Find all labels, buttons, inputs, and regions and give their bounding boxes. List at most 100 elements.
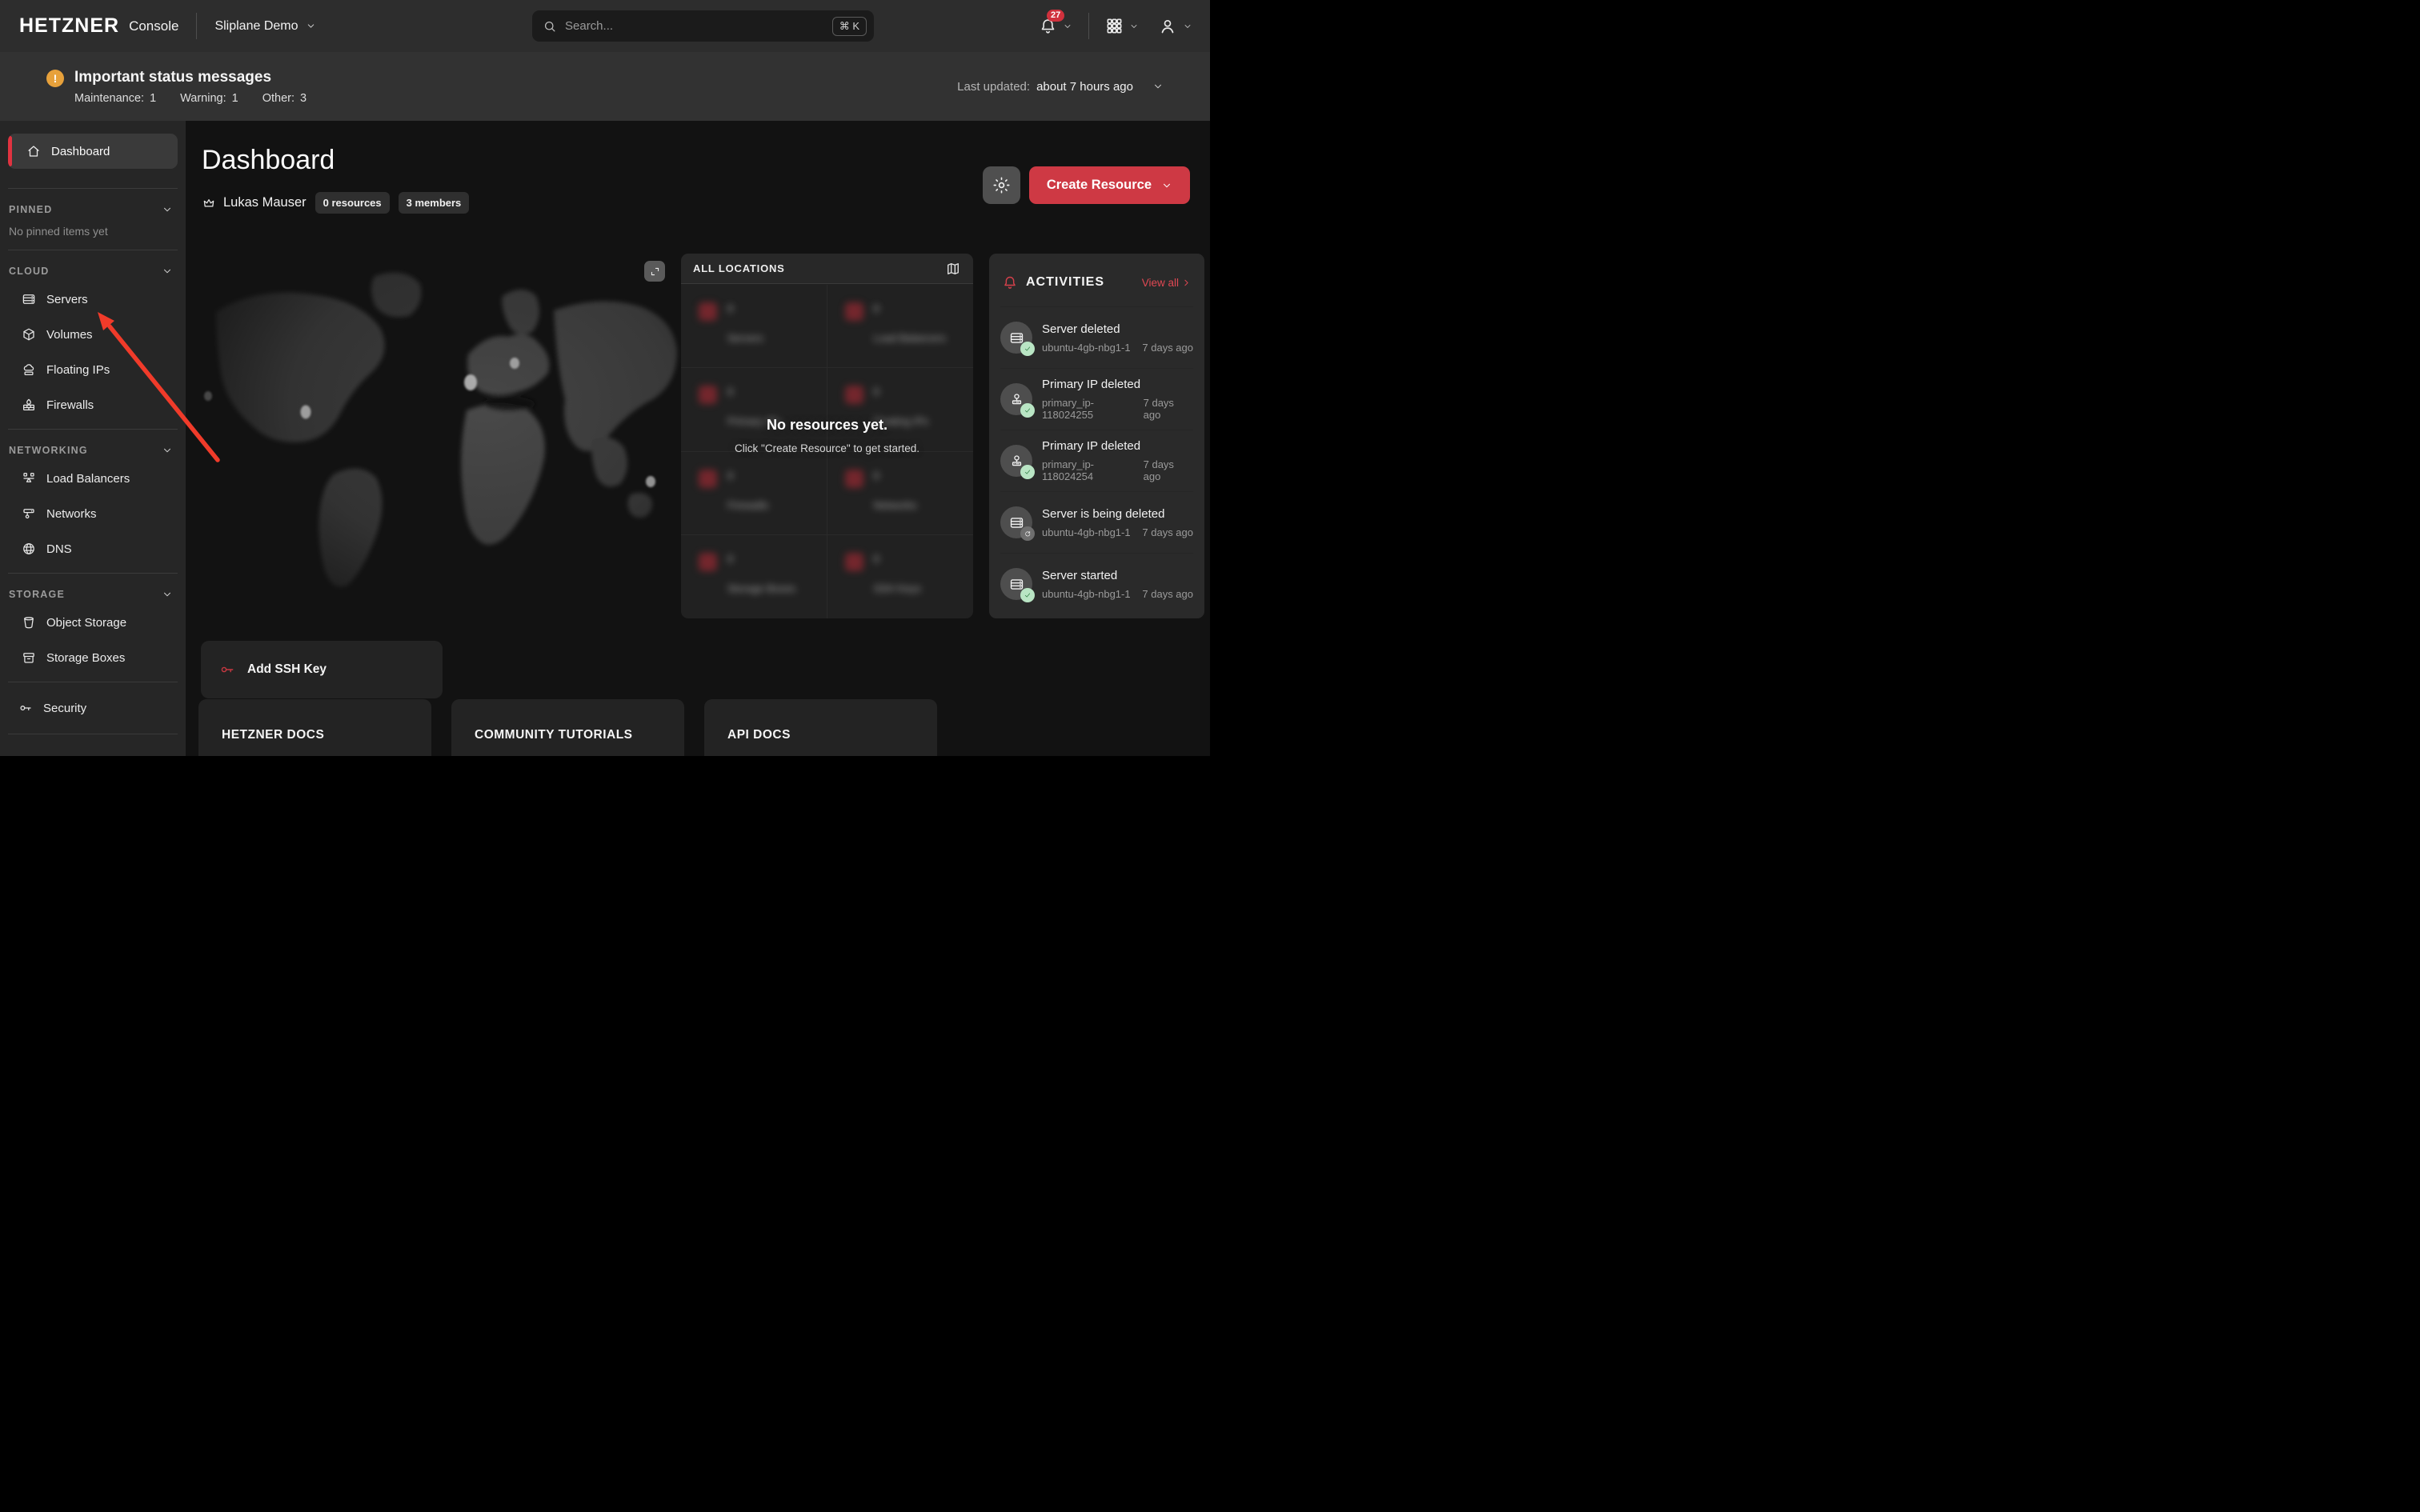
empty-state-subtitle: Click "Create Resource" to get started. — [735, 442, 920, 454]
location-dot — [464, 374, 477, 390]
search-input[interactable] — [565, 19, 832, 33]
project-meta: Lukas Mauser 0 resources 3 members — [202, 192, 469, 214]
key-icon — [219, 662, 235, 678]
activity-row[interactable]: Server deleted ubuntu-4gb-nbg1-1 7 days a… — [1000, 306, 1193, 368]
chevron-down-icon — [1063, 22, 1072, 31]
empty-state-title: No resources yet. — [767, 417, 887, 434]
last-updated-toggle[interactable]: Last updated: about 7 hours ago — [957, 80, 1164, 94]
sidebar-item-security[interactable]: Security — [0, 690, 186, 726]
sidebar-section-storage[interactable]: STORAGE — [0, 586, 186, 602]
success-badge — [1020, 403, 1035, 418]
activities-title: ACTIVITIES — [1026, 275, 1134, 290]
globe-icon — [22, 542, 36, 556]
add-ssh-key-button[interactable]: Add SSH Key — [201, 641, 443, 698]
notifications-menu[interactable]: 27 — [1039, 17, 1072, 35]
last-updated-value: about 7 hours ago — [1036, 80, 1133, 94]
view-all-link[interactable]: View all — [1142, 277, 1192, 289]
sidebar-item-servers[interactable]: Servers — [0, 282, 186, 317]
search-bar[interactable]: ⌘ K — [532, 10, 874, 42]
hetzner-logo[interactable]: HETZNER — [19, 14, 119, 38]
sidebar-divider — [8, 429, 178, 430]
hetzner-docs-card[interactable]: HETZNER DOCS — [198, 699, 431, 756]
check-icon — [1024, 345, 1032, 353]
sidebar-item-label: Volumes — [46, 328, 93, 342]
activity-row[interactable]: Server is being deleted ubuntu-4gb-nbg1-… — [1000, 491, 1193, 553]
sidebar: Dashboard PINNED No pinned items yet CLO… — [0, 121, 186, 756]
sidebar-item-object-storage[interactable]: Object Storage — [0, 605, 186, 640]
activity-resource: ubuntu-4gb-nbg1-1 — [1042, 342, 1131, 354]
sidebar-item-label: Networks — [46, 507, 97, 521]
sidebar-divider — [8, 188, 178, 189]
sidebar-item-label: DNS — [46, 542, 72, 556]
activity-row[interactable]: Server started ubuntu-4gb-nbg1-17 days a… — [1000, 553, 1193, 614]
floating-ip-icon — [22, 362, 36, 377]
status-counts: Maintenance:1 Warning:1 Other:3 — [74, 92, 307, 105]
sidebar-item-load-balancers[interactable]: Load Balancers — [0, 461, 186, 496]
activity-avatar — [1000, 383, 1032, 415]
project-owner: Lukas Mauser — [202, 195, 307, 210]
activity-row[interactable]: Primary IP deleted primary_ip-1180242547… — [1000, 430, 1193, 491]
apps-menu[interactable] — [1105, 17, 1139, 35]
chevron-down-icon — [1183, 22, 1192, 31]
status-count-value: 1 — [232, 92, 238, 105]
expand-icon — [649, 266, 661, 278]
sidebar-item-dns[interactable]: DNS — [0, 531, 186, 566]
settings-button[interactable] — [983, 166, 1020, 204]
api-docs-card[interactable]: API DOCS — [704, 699, 937, 756]
status-count-value: 1 — [150, 92, 156, 105]
activity-row[interactable]: Primary IP deleted primary_ip-1180242557… — [1000, 368, 1193, 430]
world-map[interactable] — [192, 240, 680, 616]
sidebar-item-dashboard[interactable]: Dashboard — [8, 134, 178, 169]
activity-resource: ubuntu-4gb-nbg1-1 — [1042, 588, 1131, 600]
user-menu[interactable] — [1158, 17, 1192, 36]
status-banner-content: ! Important status messages Maintenance:… — [46, 69, 307, 105]
load-balancer-icon — [22, 471, 36, 486]
home-icon — [26, 144, 41, 158]
chevron-down-icon — [162, 204, 173, 215]
sidebar-item-floating-ips[interactable]: Floating IPs — [0, 352, 186, 387]
map-icon[interactable] — [945, 261, 961, 277]
refresh-icon — [1024, 530, 1032, 538]
locations-empty-state: No resources yet. Click "Create Resource… — [681, 285, 973, 618]
location-dot — [510, 358, 519, 369]
crown-icon — [202, 196, 216, 210]
sidebar-section-networking[interactable]: NETWORKING — [0, 442, 186, 458]
grid-apps-icon — [1105, 17, 1124, 35]
location-dot — [204, 391, 212, 401]
add-ssh-key-label: Add SSH Key — [247, 662, 327, 677]
activity-title: Server deleted — [1042, 322, 1193, 336]
status-count-label: Maintenance: — [74, 92, 144, 105]
activity-resource: primary_ip-118024255 — [1042, 397, 1144, 421]
sidebar-section-cloud[interactable]: CLOUD — [0, 262, 186, 279]
pinned-empty-text: No pinned items yet — [0, 225, 186, 240]
sidebar-item-firewalls[interactable]: Firewalls — [0, 387, 186, 422]
members-badge: 3 members — [399, 192, 470, 214]
sidebar-item-label: Object Storage — [46, 616, 126, 630]
doc-card-title: HETZNER DOCS — [222, 728, 431, 742]
sidebar-item-networks[interactable]: Networks — [0, 496, 186, 531]
sidebar-section-pinned[interactable]: PINNED — [0, 201, 186, 218]
sidebar-item-volumes[interactable]: Volumes — [0, 317, 186, 352]
gear-icon — [992, 176, 1011, 194]
hetzner-console-dashboard: HETZNER Console Sliplane Demo ⌘ K 27 — [0, 0, 1210, 756]
community-tutorials-card[interactable]: COMMUNITY TUTORIALS — [451, 699, 684, 756]
success-badge — [1020, 342, 1035, 356]
topbar-divider — [1088, 13, 1089, 39]
resources-badge: 0 resources — [315, 192, 390, 214]
chevron-down-icon — [1129, 22, 1139, 31]
sidebar-item-label: Load Balancers — [46, 472, 130, 486]
doc-card-title: COMMUNITY TUTORIALS — [475, 728, 684, 742]
activity-avatar — [1000, 506, 1032, 538]
create-resource-button[interactable]: Create Resource — [1029, 166, 1190, 204]
map-expand-button[interactable] — [644, 261, 665, 282]
chevron-right-icon — [1181, 278, 1192, 288]
success-badge — [1020, 465, 1035, 479]
status-count-label: Other: — [262, 92, 294, 105]
activity-time: 7 days ago — [1142, 342, 1193, 354]
check-icon — [1024, 591, 1032, 599]
activity-avatar — [1000, 445, 1032, 477]
status-banner[interactable]: ! Important status messages Maintenance:… — [0, 52, 1210, 121]
sidebar-item-label: Security — [43, 702, 86, 715]
project-switcher[interactable]: Sliplane Demo — [214, 19, 315, 34]
sidebar-item-storage-boxes[interactable]: Storage Boxes — [0, 640, 186, 675]
